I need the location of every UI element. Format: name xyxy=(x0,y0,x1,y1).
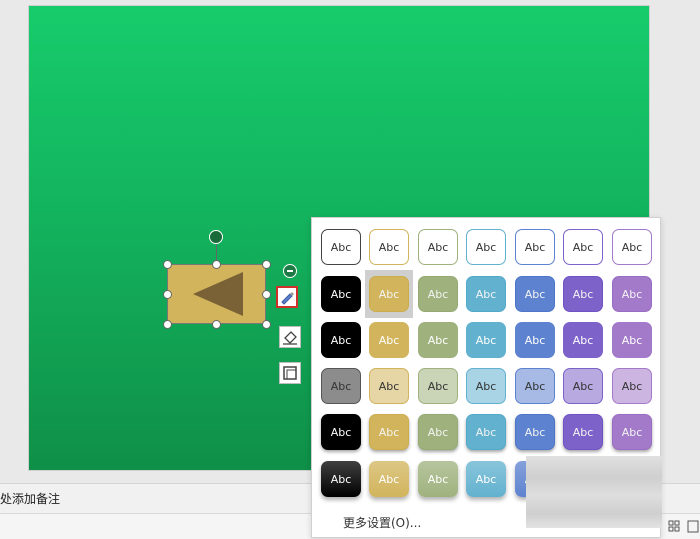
style-swatch[interactable]: Abc xyxy=(418,414,458,450)
slide-view-icon[interactable] xyxy=(687,520,700,533)
style-swatch[interactable]: Abc xyxy=(612,368,652,404)
style-swatch[interactable]: Abc xyxy=(466,461,506,497)
grid-view-icon[interactable] xyxy=(668,520,681,533)
style-swatch[interactable]: Abc xyxy=(369,276,409,312)
rotate-handle[interactable] xyxy=(209,230,223,244)
resize-handle-t[interactable] xyxy=(212,260,221,269)
style-swatch[interactable]: Abc xyxy=(321,368,361,404)
style-swatch[interactable]: Abc xyxy=(369,461,409,497)
resize-handle-l[interactable] xyxy=(163,290,172,299)
style-swatch[interactable]: Abc xyxy=(418,461,458,497)
style-swatch[interactable]: Abc xyxy=(466,368,506,404)
style-swatch[interactable]: Abc xyxy=(321,276,361,312)
shape-style-button[interactable] xyxy=(276,286,298,308)
resize-handle-tl[interactable] xyxy=(163,260,172,269)
style-swatch[interactable]: Abc xyxy=(515,229,555,265)
brush-icon xyxy=(281,292,294,305)
style-swatch[interactable]: Abc xyxy=(466,276,506,312)
style-swatch[interactable]: Abc xyxy=(612,276,652,312)
style-swatch[interactable]: Abc xyxy=(612,414,652,450)
style-swatch[interactable]: Abc xyxy=(321,322,361,358)
more-settings-link[interactable]: 更多设置(O)... xyxy=(343,514,421,531)
style-swatch[interactable]: Abc xyxy=(563,229,603,265)
style-swatch[interactable]: Abc xyxy=(418,322,458,358)
outline-icon xyxy=(283,366,297,380)
style-swatch[interactable]: Abc xyxy=(515,322,555,358)
blurred-region xyxy=(526,456,662,528)
collapse-icon[interactable] xyxy=(283,264,297,278)
style-swatch[interactable]: Abc xyxy=(515,276,555,312)
style-swatch[interactable]: Abc xyxy=(369,229,409,265)
notes-placeholder: 处添加备注 xyxy=(0,492,61,506)
style-swatch[interactable]: Abc xyxy=(418,368,458,404)
fill-bucket-icon xyxy=(283,331,297,345)
style-swatch[interactable]: Abc xyxy=(612,322,652,358)
style-swatch[interactable]: Abc xyxy=(418,229,458,265)
resize-handle-bl[interactable] xyxy=(163,320,172,329)
style-swatch[interactable]: Abc xyxy=(369,368,409,404)
style-swatch[interactable]: Abc xyxy=(563,276,603,312)
style-swatch[interactable]: Abc xyxy=(321,414,361,450)
style-swatch[interactable]: Abc xyxy=(515,368,555,404)
shape-fill-button[interactable] xyxy=(279,326,301,348)
style-swatch[interactable]: Abc xyxy=(563,414,603,450)
style-swatch[interactable]: Abc xyxy=(466,414,506,450)
style-swatch[interactable]: Abc xyxy=(466,229,506,265)
shape-outline-button[interactable] xyxy=(279,362,301,384)
selection-box xyxy=(167,264,266,324)
style-swatch[interactable]: Abc xyxy=(563,368,603,404)
style-swatch[interactable]: Abc xyxy=(321,461,361,497)
resize-handle-r[interactable] xyxy=(262,290,271,299)
style-swatch[interactable]: Abc xyxy=(321,229,361,265)
style-swatch[interactable]: Abc xyxy=(466,322,506,358)
style-swatch[interactable]: Abc xyxy=(515,414,555,450)
style-swatch[interactable]: Abc xyxy=(418,276,458,312)
style-swatch[interactable]: Abc xyxy=(612,229,652,265)
resize-handle-tr[interactable] xyxy=(262,260,271,269)
style-swatch[interactable]: Abc xyxy=(563,322,603,358)
style-swatch[interactable]: Abc xyxy=(369,414,409,450)
resize-handle-br[interactable] xyxy=(262,320,271,329)
resize-handle-b[interactable] xyxy=(212,320,221,329)
style-swatch[interactable]: Abc xyxy=(369,322,409,358)
